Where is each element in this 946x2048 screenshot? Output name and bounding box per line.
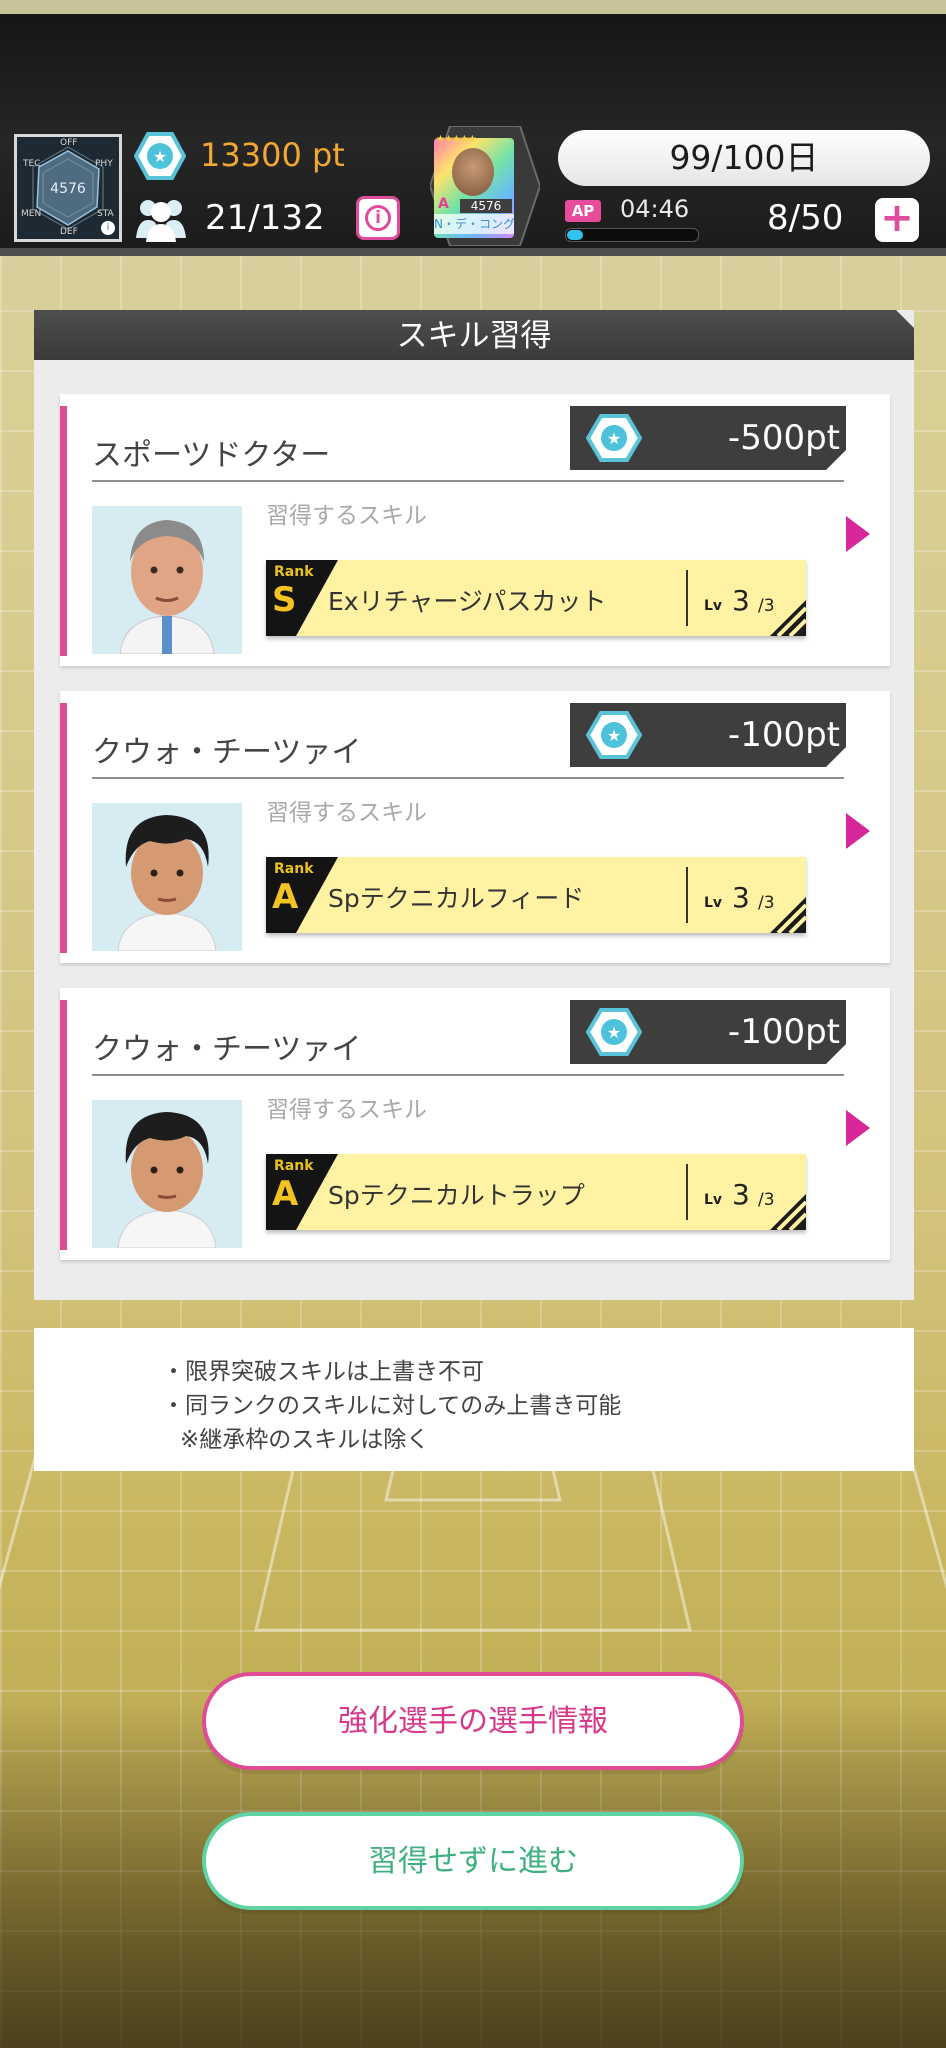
header-bottom-strip: [0, 248, 946, 256]
divider: [92, 777, 844, 779]
svg-text:★: ★: [607, 1023, 621, 1042]
info-icon: i: [365, 205, 391, 231]
star-hexagon-icon: ★: [586, 711, 642, 759]
radar-info-icon: i: [101, 221, 115, 235]
skill-card[interactable]: スポーツドクター ★ -500pt 習得するスキル Rank S Exリチャージ…: [60, 394, 890, 666]
ap-badge: AP: [565, 200, 601, 222]
rank-letter: S: [272, 580, 297, 620]
radar-label-tec: TEC: [23, 159, 41, 169]
learn-skill-label: 習得するスキル: [266, 1097, 427, 1123]
level-value: 3: [732, 1178, 750, 1211]
rank-word: Rank: [274, 564, 314, 580]
members-icon: [136, 200, 186, 242]
learn-skill-label: 習得するスキル: [266, 503, 427, 529]
arrow-right-icon[interactable]: [846, 1110, 870, 1146]
player-portrait: [92, 803, 242, 951]
level-word: Lv: [704, 598, 723, 614]
skill-source-name: クウォ・チーツァイ: [92, 735, 362, 770]
skill-card[interactable]: クウォ・チーツァイ ★ -100pt 習得するスキル Rank A Spテクニカ…: [60, 691, 890, 963]
radar-label-off: OFF: [60, 138, 78, 148]
level-word: Lv: [704, 895, 723, 911]
svg-text:★: ★: [153, 147, 167, 166]
corner-stripes: [770, 1194, 806, 1230]
radar-label-def: DEF: [60, 227, 78, 237]
learn-skill-label: 習得するスキル: [266, 800, 427, 826]
note-line: ※継承枠のスキルは除く: [180, 1427, 430, 1453]
card-accent: [60, 406, 67, 656]
level-value: 3: [732, 584, 750, 617]
svg-text:★: ★: [607, 429, 621, 448]
add-ap-button[interactable]: +: [875, 198, 919, 242]
skill-bar: Rank A Spテクニカルトラップ Lv 3 /3: [266, 1154, 806, 1230]
radar-label-phy: PHY: [95, 159, 113, 169]
player-portrait: [92, 506, 242, 654]
day-counter: 99/100日: [558, 130, 930, 186]
skill-separator: [686, 1164, 688, 1220]
player-portrait: [92, 1100, 242, 1248]
card-player-name: N・デ・コング: [434, 214, 514, 234]
star-hexagon-icon: ★: [134, 132, 186, 180]
card-rank: A: [438, 196, 449, 212]
skip-learning-button[interactable]: 習得せずに進む: [202, 1812, 744, 1910]
arrow-right-icon[interactable]: [846, 516, 870, 552]
skill-bar: Rank A Spテクニカルフィード Lv 3 /3: [266, 857, 806, 933]
rank-letter: A: [272, 1174, 299, 1214]
card-accent: [60, 1000, 67, 1250]
cost-value: -100pt: [727, 715, 840, 755]
skill-card[interactable]: クウォ・チーツァイ ★ -100pt 習得するスキル Rank A Spテクニカ…: [60, 988, 890, 1260]
skill-source-name: クウォ・チーツァイ: [92, 1032, 362, 1067]
points-value: 13300 pt: [200, 136, 345, 174]
note-line: ・限界突破スキルは上書き不可: [162, 1359, 484, 1385]
player-portrait: [452, 148, 494, 196]
skill-name: Exリチャージパスカット: [328, 587, 607, 616]
skill-source-name: スポーツドクター: [92, 438, 331, 473]
radar-label-sta: STA: [97, 209, 114, 219]
ap-progress-fill: [567, 230, 583, 240]
members-count: 21/132: [205, 198, 325, 238]
card-rating: 4576: [460, 199, 512, 213]
corner-stripes: [770, 600, 806, 636]
team-rating: 4576: [50, 181, 86, 197]
plus-icon: +: [880, 195, 914, 241]
header-top-strip: [0, 0, 946, 14]
radar-label-men: MEN: [21, 209, 42, 219]
ap-progress-bar: [565, 228, 699, 242]
player-info-button[interactable]: 強化選手の選手情報: [202, 1672, 744, 1770]
members-info-button[interactable]: i: [356, 196, 400, 240]
corner-stripes: [770, 897, 806, 933]
rank-word: Rank: [274, 861, 314, 877]
ap-count: 8/50: [767, 198, 844, 238]
rank-word: Rank: [274, 1158, 314, 1174]
arrow-right-icon[interactable]: [846, 813, 870, 849]
skill-bar: Rank S Exリチャージパスカット Lv 3 /3: [266, 560, 806, 636]
star-hexagon-icon: ★: [586, 414, 642, 462]
team-radar-button[interactable]: OFF PHY STA DEF MEN TEC 4576 i: [14, 134, 122, 242]
rank-letter: A: [272, 877, 299, 917]
divider: [92, 1074, 844, 1076]
cost-value: -500pt: [727, 418, 840, 458]
level-word: Lv: [704, 1192, 723, 1208]
skill-separator: [686, 570, 688, 626]
ap-timer: 04:46: [620, 195, 690, 223]
svg-text:★: ★: [607, 726, 621, 745]
cost-value: -100pt: [727, 1012, 840, 1052]
rules-note-box: ・限界突破スキルは上書き不可 ・同ランクのスキルに対してのみ上書き可能 ※継承枠…: [34, 1328, 914, 1471]
star-hexagon-icon: ★: [586, 1008, 642, 1056]
skill-name: Spテクニカルフィード: [328, 884, 585, 913]
card-stars: ★★★★★: [436, 134, 477, 145]
skill-separator: [686, 867, 688, 923]
divider: [92, 480, 844, 482]
panel-title: スキル習得: [396, 318, 552, 354]
card-accent: [60, 703, 67, 953]
level-value: 3: [732, 881, 750, 914]
note-line: ・同ランクのスキルに対してのみ上書き可能: [162, 1393, 622, 1419]
skill-name: Spテクニカルトラップ: [328, 1181, 585, 1210]
